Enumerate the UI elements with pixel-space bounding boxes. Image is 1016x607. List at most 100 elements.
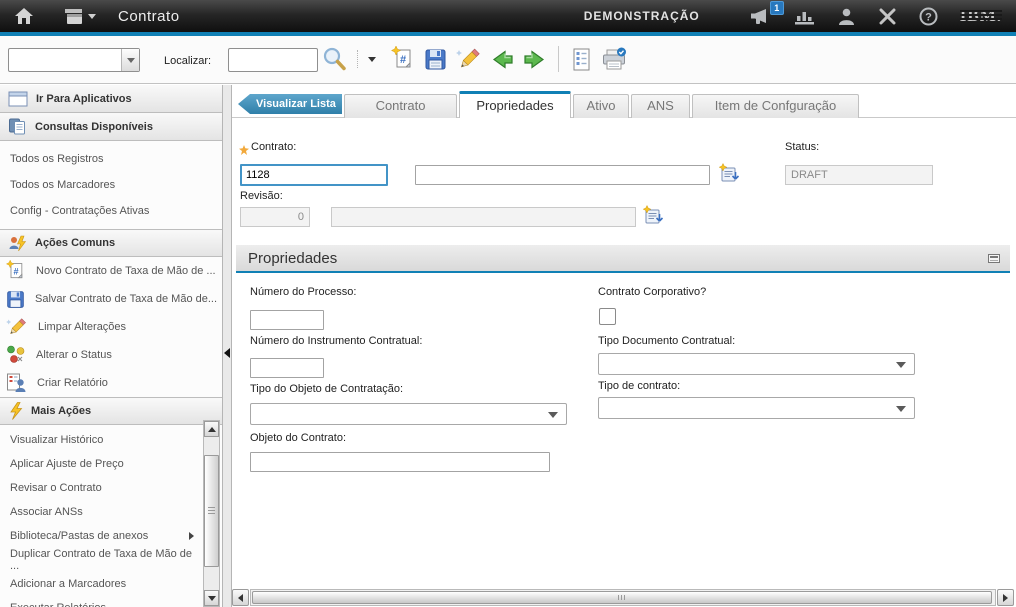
sidebar-header-more-actions[interactable]: Mais Ações	[0, 397, 222, 425]
notification-badge: 1	[770, 1, 784, 15]
print-icon[interactable]	[601, 47, 627, 71]
menu-item-aplicar-ajuste-de-preco[interactable]: Aplicar Ajuste de Preço	[0, 452, 222, 476]
contract-type-select[interactable]	[598, 397, 915, 419]
tab-propriedades[interactable]: Propriedades	[459, 91, 571, 118]
sidebar-collapse-strip[interactable]	[222, 85, 232, 607]
process-number-input[interactable]	[250, 310, 324, 330]
chevron-down-icon	[896, 406, 906, 412]
chevron-down-icon	[548, 412, 558, 418]
action-item-alterar-o-status[interactable]: Alterar o Status	[0, 341, 222, 369]
previous-record-icon[interactable]	[491, 49, 514, 70]
notifications-icon[interactable]: 1	[748, 8, 772, 25]
horizontal-scrollbar[interactable]	[232, 589, 1016, 606]
tab-bar: Contrato Propriedades Ativo ANS Item de …	[344, 91, 859, 118]
record-combo-input[interactable]	[9, 49, 121, 71]
sidebar-scrollbar[interactable]	[203, 420, 220, 607]
action-item-criar-relatorio[interactable]: Criar Relatório	[0, 369, 222, 397]
sidebar-header-common-actions[interactable]: Ações Comuns	[0, 229, 222, 257]
revision-label: Revisão:	[240, 190, 283, 202]
find-label: Localizar:	[164, 55, 211, 67]
clear-changes-icon[interactable]	[456, 47, 482, 71]
action-item-limpar-alteracoes[interactable]: Limpar Alterações	[0, 313, 222, 341]
common-actions-icon	[8, 235, 27, 252]
chevron-down-icon	[88, 14, 96, 19]
document-type-select[interactable]	[598, 353, 915, 375]
menu-item-associar-anss[interactable]: Associar ANSs	[0, 500, 222, 524]
tab-item-de-confguracao[interactable]: Item de Confguração	[692, 94, 859, 118]
contract-object-type-select[interactable]	[250, 403, 567, 425]
environment-label: DEMONSTRAÇÃO	[584, 9, 700, 23]
combo-arrow-button[interactable]	[121, 49, 139, 71]
app-title: Contrato	[118, 8, 180, 25]
main-content: Visualizar Lista Contrato Propriedades A…	[232, 85, 1016, 607]
menu-item-duplicar-contrato[interactable]: Duplicar Contrato de Taxa de Mão de ...	[0, 548, 222, 572]
query-item-todos-os-registros[interactable]: Todos os Registros	[0, 146, 222, 172]
svg-text:#: #	[400, 54, 406, 66]
help-icon[interactable]: ?	[919, 7, 938, 26]
find-input[interactable]	[228, 48, 318, 72]
scroll-down-button[interactable]	[204, 590, 219, 606]
sidebar: Ir Para Aplicativos Consultas Disponívei…	[0, 85, 222, 607]
record-toolbar: Localizar: #	[0, 36, 1016, 84]
corporate-contract-checkbox[interactable]	[599, 308, 616, 325]
reports-chart-icon[interactable]	[794, 8, 815, 25]
record-combo[interactable]	[8, 48, 140, 72]
dotted-separator	[357, 50, 358, 68]
select-records-icon[interactable]	[571, 47, 592, 72]
menu-item-executar-relatorios[interactable]: Executar Relatórios	[0, 596, 222, 607]
properties-section-header: Propriedades	[236, 245, 1010, 273]
section-title: Propriedades	[248, 250, 337, 267]
sidebar-header-available-queries[interactable]: Consultas Disponíveis	[0, 113, 222, 141]
minimize-section-icon[interactable]	[988, 254, 1000, 263]
status-field: DRAFT	[785, 165, 933, 185]
go-to-menu-icon[interactable]	[62, 8, 96, 25]
menu-item-revisar-o-contrato[interactable]: Revisar o Contrato	[0, 476, 222, 500]
contract-object-input[interactable]	[250, 452, 550, 472]
search-options-caret-icon[interactable]	[368, 57, 376, 62]
view-list-button[interactable]: Visualizar Lista	[238, 94, 342, 114]
close-icon[interactable]	[878, 8, 897, 25]
menu-item-adicionar-a-marcadores[interactable]: Adicionar a Marcadores	[0, 572, 222, 596]
ibm-logo: IBM.	[960, 6, 1002, 26]
save-icon[interactable]	[424, 48, 447, 71]
menu-item-biblioteca-pastas-de-anexos[interactable]: Biblioteca/Pastas de anexos	[0, 524, 222, 548]
revision-field: 0	[240, 207, 310, 227]
profile-icon[interactable]	[837, 8, 856, 25]
tab-ans[interactable]: ANS	[631, 94, 690, 118]
scroll-track[interactable]	[250, 589, 996, 606]
revision-description-field	[331, 207, 636, 227]
query-item-config-contratacoes-ativas[interactable]: Config - Contratações Ativas	[0, 198, 222, 224]
svg-text:?: ?	[925, 11, 932, 23]
sidebar-item-go-to-applications[interactable]: Ir Para Aplicativos	[0, 85, 222, 113]
common-actions-list: # Novo Contrato de Taxa de Mão de ... Sa…	[0, 257, 222, 397]
scroll-thumb[interactable]	[252, 591, 992, 604]
tab-ativo[interactable]: Ativo	[573, 94, 629, 118]
scroll-left-button[interactable]	[232, 589, 249, 606]
contract-object-type-label: Tipo do Objeto de Contratação:	[250, 383, 403, 395]
long-description-icon[interactable]	[718, 163, 740, 190]
next-record-icon[interactable]	[523, 49, 546, 70]
scroll-right-button[interactable]	[997, 589, 1014, 606]
scroll-thumb[interactable]	[204, 455, 219, 567]
tab-contrato[interactable]: Contrato	[344, 94, 457, 118]
instrument-number-label: Número do Instrumento Contratual:	[250, 335, 422, 347]
action-item-salvar-contrato[interactable]: Salvar Contrato de Taxa de Mão de...	[0, 285, 222, 313]
long-description-icon[interactable]	[642, 205, 664, 232]
contract-number-input[interactable]	[240, 164, 388, 186]
new-record-icon[interactable]: #	[391, 46, 415, 72]
search-icon[interactable]	[322, 46, 347, 72]
status-label: Status:	[785, 141, 819, 153]
home-icon[interactable]	[14, 7, 34, 25]
scroll-up-button[interactable]	[204, 421, 219, 437]
contract-type-label: Tipo de contrato:	[598, 380, 680, 392]
collapse-left-icon[interactable]	[224, 348, 230, 358]
query-item-todos-os-marcadores[interactable]: Todos os Marcadores	[0, 172, 222, 198]
action-item-novo-contrato[interactable]: # Novo Contrato de Taxa de Mão de ...	[0, 257, 222, 285]
clear-changes-icon	[6, 317, 28, 337]
menu-item-visualizar-historico[interactable]: Visualizar Histórico	[0, 428, 222, 452]
submenu-arrow-icon	[189, 532, 194, 540]
save-icon	[6, 290, 25, 309]
contract-description-input[interactable]	[415, 165, 710, 185]
new-record-icon: #	[6, 260, 26, 282]
instrument-number-input[interactable]	[250, 358, 324, 378]
